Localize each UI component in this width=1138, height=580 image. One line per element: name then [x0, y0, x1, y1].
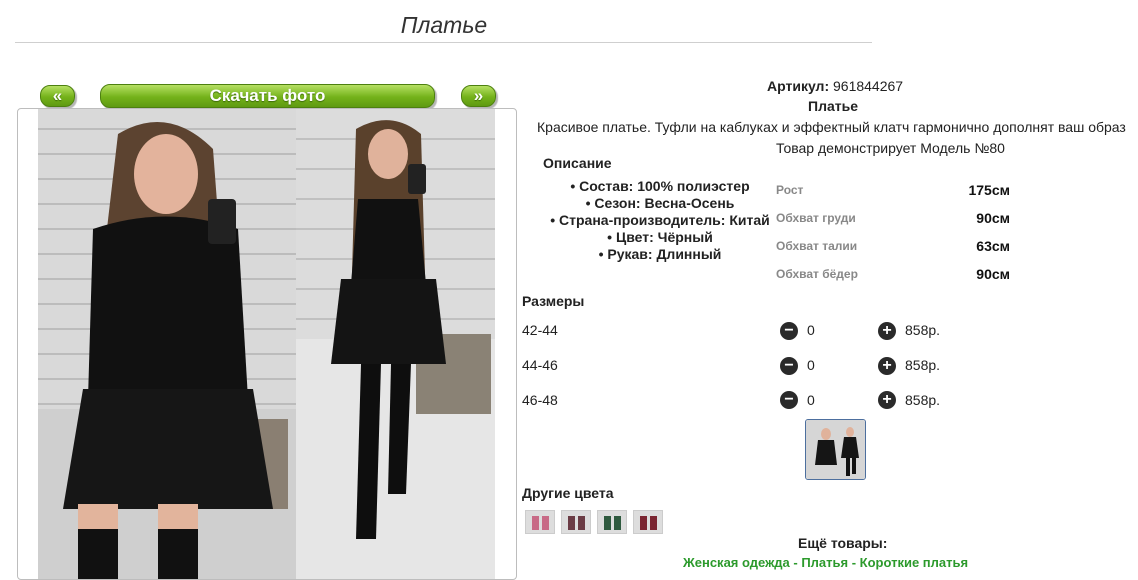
prev-photo-button[interactable]: « — [40, 85, 75, 107]
category-links[interactable]: Женская одежда - Платья - Короткие плать… — [683, 555, 968, 570]
next-photo-button[interactable]: » — [461, 85, 496, 107]
photo-thumbnail[interactable] — [805, 419, 866, 480]
size-label: 46-48 — [522, 392, 558, 408]
download-photo-button[interactable]: Скачать фото — [100, 84, 435, 108]
size-price: 858р. — [905, 392, 941, 408]
measure-value: 175см — [968, 182, 1010, 198]
measure-value: 90см — [976, 266, 1010, 282]
size-price: 858р. — [905, 322, 941, 338]
measure-value: 90см — [976, 210, 1010, 226]
size-quantity: 0 — [807, 357, 815, 373]
title-divider — [15, 42, 872, 43]
measure-label: Обхват бёдер — [776, 267, 858, 281]
measure-label: Обхват груди — [776, 211, 856, 225]
more-products-heading: Ещё товары: — [798, 535, 888, 551]
measure-label: Обхват талии — [776, 239, 858, 253]
size-label: 44-46 — [522, 357, 558, 373]
specs-list: Состав: 100% полиэстер Сезон: Весна-Осен… — [540, 178, 780, 263]
measure-label: Рост — [776, 183, 804, 197]
other-colors-heading: Другие цвета — [522, 485, 614, 501]
plus-icon[interactable]: + — [878, 322, 896, 340]
model-note: Товар демонстрирует Модель №80 — [776, 140, 1005, 156]
sizes-heading: Размеры — [522, 293, 585, 309]
size-price: 858р. — [905, 357, 941, 373]
article-value: 961844267 — [833, 78, 904, 94]
minus-icon[interactable]: − — [780, 391, 798, 409]
spec-item: Рукав: Длинный — [540, 246, 780, 263]
product-description: Красивое платье. Туфли на каблуках и эфф… — [537, 119, 1126, 135]
measure-value: 63см — [976, 238, 1010, 254]
product-photo-frame — [17, 108, 517, 580]
color-variant-thumbnail[interactable] — [561, 510, 591, 534]
color-variant-thumbnail[interactable] — [597, 510, 627, 534]
plus-icon[interactable]: + — [878, 391, 896, 409]
size-label: 42-44 — [522, 322, 558, 338]
product-name: Платье — [808, 98, 858, 114]
size-quantity: 0 — [807, 392, 815, 408]
product-photo-front[interactable] — [38, 109, 296, 579]
article-label: Артикул: — [767, 78, 830, 94]
size-quantity: 0 — [807, 322, 815, 338]
color-variant-thumbnail[interactable] — [633, 510, 663, 534]
spec-item: Страна-производитель: Китай — [540, 212, 780, 229]
spec-item: Сезон: Весна-Осень — [540, 195, 780, 212]
minus-icon[interactable]: − — [780, 322, 798, 340]
page-title: Платье — [400, 12, 488, 38]
spec-item: Цвет: Чёрный — [540, 229, 780, 246]
spec-item: Состав: 100% полиэстер — [540, 178, 780, 195]
specs-heading: Описание — [543, 155, 612, 171]
article-number: Артикул: 961844267 — [767, 78, 903, 94]
product-photo-full[interactable] — [296, 109, 495, 579]
color-variant-thumbnail[interactable] — [525, 510, 555, 534]
minus-icon[interactable]: − — [780, 357, 798, 375]
plus-icon[interactable]: + — [878, 357, 896, 375]
